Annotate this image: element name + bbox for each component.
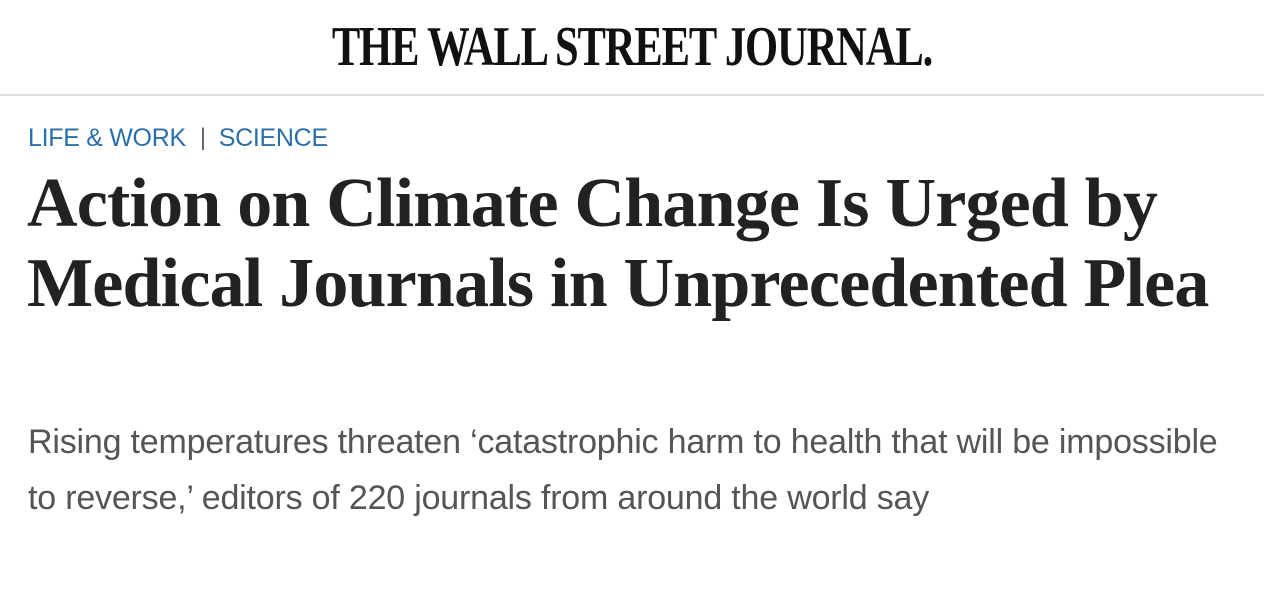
breadcrumb-science[interactable]: SCIENCE [219,124,328,153]
article-dek: Rising temperatures threaten ‘catastroph… [28,423,1218,517]
breadcrumb: LIFE & WORK | SCIENCE [28,120,328,156]
masthead: THE WALL STREET JOURNAL. [0,0,1264,96]
breadcrumb-separator: | [199,124,206,151]
article-headline: Action on Climate Change Is Urged by Med… [27,165,1209,322]
breadcrumb-life-work[interactable]: LIFE & WORK [28,124,186,153]
wsj-logo-link[interactable]: THE WALL STREET JOURNAL. [152,12,1113,82]
